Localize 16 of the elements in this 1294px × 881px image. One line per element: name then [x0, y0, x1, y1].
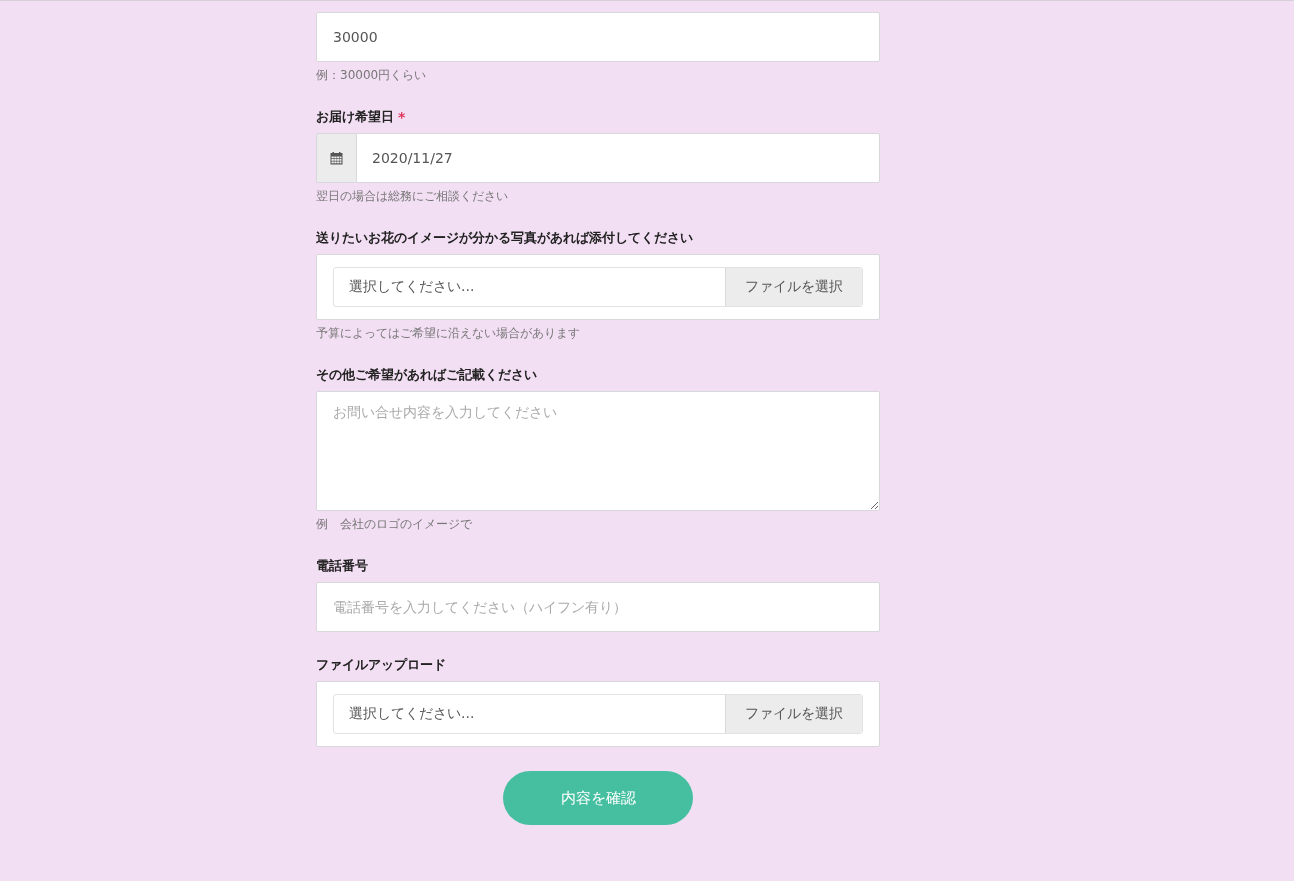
- field-label: ファイルアップロード: [316, 656, 446, 674]
- field-label: お届け希望日: [316, 108, 394, 126]
- input-field[interactable]: 30000: [316, 12, 880, 62]
- input-field[interactable]: 電話番号を入力してください（ハイフン有り）: [316, 582, 880, 632]
- help-text: 例：30000円くらい: [316, 67, 428, 84]
- help-text: 翌日の場合は総務にご相談ください: [316, 188, 509, 205]
- calendar-button[interactable]: [316, 133, 356, 183]
- help-text: 例 会社のロゴのイメージで: [316, 516, 473, 533]
- message-field[interactable]: お問い合せ内容を入力してください: [316, 391, 880, 511]
- field-label: その他ご希望があればご記載ください: [316, 366, 537, 384]
- field-label: 送りたいお花のイメージが分かる写真があれば添付してください: [316, 229, 693, 247]
- help-text: 予算によってはご希望に沿えない場合があります: [316, 325, 581, 342]
- date-field[interactable]: 2020/11/27: [356, 133, 880, 183]
- field-label: 電話番号: [316, 557, 368, 575]
- required-mark: *: [398, 109, 406, 125]
- calendar-icon: [330, 151, 343, 165]
